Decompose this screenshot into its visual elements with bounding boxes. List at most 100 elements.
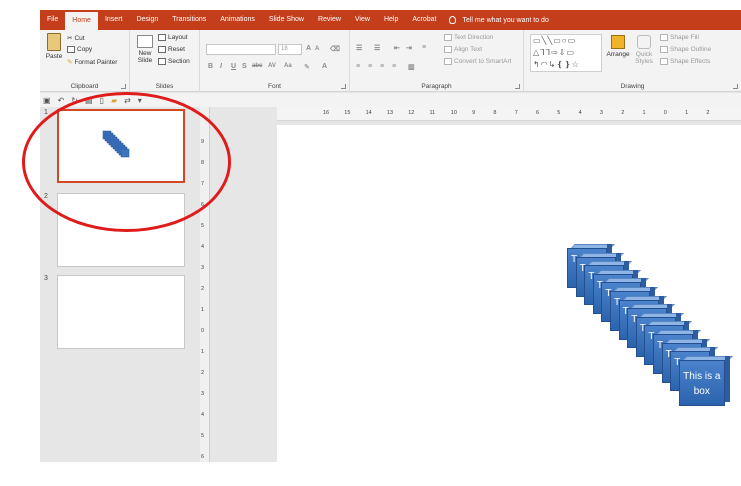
- tab-view[interactable]: View: [348, 10, 377, 30]
- copy-button[interactable]: Copy: [67, 46, 92, 53]
- highlight-icon[interactable]: ✎: [304, 63, 310, 71]
- tell-me-text: Tell me what you want to do: [462, 16, 549, 24]
- shape-fill-button[interactable]: Shape Fill: [660, 34, 699, 41]
- smartart-icon: [444, 58, 452, 65]
- ruler-number: 3: [201, 265, 205, 271]
- drawing-launcher-icon[interactable]: [733, 84, 738, 89]
- change-case-button[interactable]: Aa: [284, 63, 292, 69]
- grow-font-icon[interactable]: A: [306, 45, 311, 52]
- ruler-number: 16: [323, 110, 330, 116]
- font-size-box[interactable]: 18: [278, 44, 302, 55]
- align-left-icon[interactable]: ≡: [356, 63, 360, 70]
- tab-acrobat[interactable]: Acrobat: [405, 10, 443, 30]
- text-box-front[interactable]: This is a box: [678, 355, 733, 406]
- italic-button[interactable]: I: [220, 63, 222, 70]
- ruler-number: 2: [201, 370, 205, 376]
- paste-label: Paste: [45, 53, 63, 60]
- shape-fill-label: Shape Fill: [670, 34, 699, 41]
- strikethrough-button[interactable]: abc: [252, 63, 262, 69]
- outdent-icon[interactable]: ⇥: [406, 44, 412, 52]
- ruler-number: 3: [201, 391, 205, 397]
- indent-icon[interactable]: ⇤: [394, 44, 400, 52]
- paste-button[interactable]: Paste: [43, 33, 65, 60]
- tell-me-search[interactable]: Tell me what you want to do: [449, 10, 549, 30]
- tab-file[interactable]: File: [40, 10, 65, 30]
- ruler-number: 1: [201, 349, 205, 355]
- ruler-number: 12: [408, 110, 415, 116]
- columns-icon[interactable]: ▥: [408, 63, 415, 71]
- tab-help[interactable]: Help: [377, 10, 405, 30]
- ruler-number: 5: [201, 433, 205, 439]
- line-spacing-icon[interactable]: ≡: [422, 44, 426, 51]
- arrange-label: Arrange: [606, 51, 630, 58]
- clipboard-launcher-icon[interactable]: [121, 84, 126, 89]
- align-text-button[interactable]: Align Text: [444, 46, 482, 53]
- tab-review[interactable]: Review: [311, 10, 348, 30]
- clear-format-icon[interactable]: ⌫: [330, 45, 340, 53]
- font-color-icon[interactable]: A: [322, 63, 327, 70]
- tab-slide-show[interactable]: Slide Show: [262, 10, 311, 30]
- char-spacing-button[interactable]: AV: [268, 63, 276, 69]
- tab-design[interactable]: Design: [129, 10, 165, 30]
- ruler-number: 0: [201, 328, 205, 334]
- bullets-icon[interactable]: ☰: [356, 44, 362, 52]
- text-direction-button[interactable]: Text Direction: [444, 34, 493, 41]
- text-direction-icon: [444, 34, 452, 41]
- ruler-number: 14: [365, 110, 372, 116]
- cut-button[interactable]: ✂ Cut: [67, 34, 85, 43]
- shape-outline-button[interactable]: Shape Outline: [660, 46, 711, 53]
- ruler-number: 5: [557, 110, 561, 116]
- layout-button[interactable]: Layout: [158, 34, 188, 41]
- save-icon[interactable]: ▣: [43, 96, 51, 105]
- new-slide-button[interactable]: New Slide: [134, 35, 156, 64]
- font-name-box[interactable]: [206, 44, 276, 55]
- horizontal-ruler[interactable]: 16 15 14 13 12 11 10 9 8 7 6 5 4 3 2 1 0 1 2: [277, 107, 741, 121]
- reset-button[interactable]: Reset: [158, 46, 185, 53]
- paint-bucket-icon: [660, 34, 668, 41]
- drawing-group: ▭╲╲▭○▭ △⅂⅂⇨⇩▭ ↰◠↳❴❵☆ Arrange Quick Styles …: [524, 30, 741, 92]
- tab-transitions[interactable]: Transitions: [165, 10, 213, 30]
- tab-insert[interactable]: Insert: [98, 10, 130, 30]
- ruler-number: 1: [201, 307, 205, 313]
- format-painter-button[interactable]: ✎ Format Painter: [67, 58, 117, 67]
- undo-icon[interactable]: ↶: [58, 96, 65, 105]
- tab-home[interactable]: Home: [65, 12, 98, 30]
- ruler-number: 8: [493, 110, 497, 116]
- current-slide[interactable]: T T T T T T T T T T T T T This is a box: [277, 125, 741, 462]
- quick-styles-label: Quick Styles: [635, 51, 653, 65]
- justify-icon[interactable]: ≡: [392, 63, 396, 70]
- copy-label: Copy: [77, 46, 93, 53]
- ruler-number: 4: [578, 110, 582, 116]
- ruler-number: 3: [599, 110, 603, 116]
- font-launcher-icon[interactable]: [341, 84, 346, 89]
- paragraph-group: ☰ ☰ ⇤ ⇥ ≡ ≡ ≡ ≡ ≡ ▥ Text Direction Align…: [350, 30, 524, 92]
- ruler-number: 6: [536, 110, 540, 116]
- numbering-icon[interactable]: ☰: [374, 44, 380, 52]
- arrange-icon: [611, 35, 625, 49]
- section-button[interactable]: Section: [158, 58, 190, 65]
- shadow-button[interactable]: S: [242, 63, 247, 70]
- ruler-number: 5: [201, 223, 205, 229]
- app-frame: File Home Insert Design Transitions Anim…: [40, 10, 741, 462]
- drawing-group-label: Drawing: [620, 83, 645, 90]
- smartart-button[interactable]: Convert to SmartArt: [444, 58, 511, 65]
- box-side-face: [724, 355, 730, 402]
- arrange-button[interactable]: Arrange: [606, 35, 630, 58]
- layout-label: Layout: [168, 34, 188, 41]
- underline-button[interactable]: U: [231, 63, 236, 70]
- annotation-circle: [22, 92, 231, 232]
- bold-button[interactable]: B: [208, 63, 213, 70]
- quick-styles-button[interactable]: Quick Styles: [632, 35, 656, 65]
- align-right-icon[interactable]: ≡: [380, 63, 384, 70]
- brush-icon: ✎: [67, 59, 73, 66]
- paragraph-launcher-icon[interactable]: [515, 84, 520, 89]
- shapes-gallery[interactable]: ▭╲╲▭○▭ △⅂⅂⇨⇩▭ ↰◠↳❴❵☆: [530, 34, 602, 72]
- shrink-font-icon[interactable]: A: [315, 46, 319, 52]
- tab-animations[interactable]: Animations: [213, 10, 262, 30]
- shape-effects-button[interactable]: Shape Effects: [660, 58, 710, 65]
- ruler-number: 2: [706, 110, 710, 116]
- slide-thumbnail-3[interactable]: [57, 275, 185, 349]
- slides-group: New Slide Layout Reset Section Slides: [130, 30, 200, 92]
- ruler-number: 13: [386, 110, 394, 116]
- align-center-icon[interactable]: ≡: [368, 63, 372, 70]
